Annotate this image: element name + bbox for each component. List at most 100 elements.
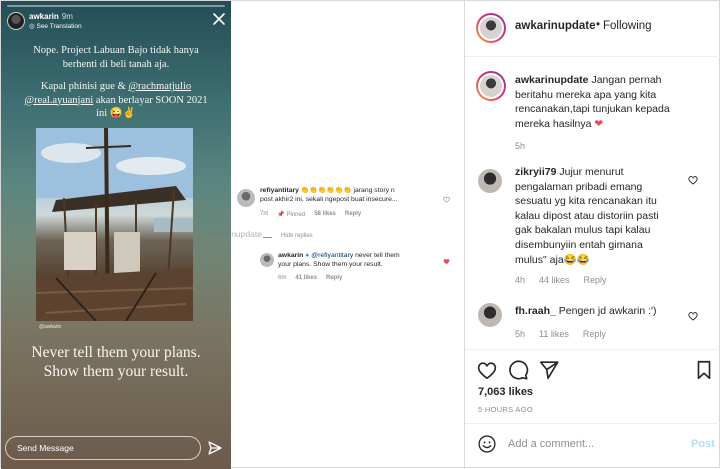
story-text-part: Kapal phinisi gue & (40, 81, 129, 92)
post-button[interactable]: Post (691, 438, 715, 450)
overlay-reply: awkarin ● @refiyantitary never tell them… (278, 252, 443, 269)
verified-icon: ● (305, 252, 310, 259)
comment-fh-raah: fh.raah_ Pengen jd awkarin :') (515, 304, 680, 319)
following-button[interactable]: Following (603, 20, 652, 32)
comment-line: disembunyiin entah gimana (515, 238, 643, 251)
overlay-comment-time: 7m (260, 211, 269, 217)
caption-line: beritahu mereka apa yang kita (515, 88, 657, 101)
header-avatar[interactable] (476, 13, 506, 43)
overlay-reply-line: awkarin ● @refiyantitary never tell them (278, 252, 443, 261)
overlay-reply-button[interactable]: Reply (326, 275, 342, 281)
heart-icon[interactable] (688, 311, 698, 321)
see-translation-link[interactable]: ◎ See Translation (29, 22, 82, 30)
replies-line (263, 237, 272, 238)
hide-replies-row[interactable]: Hide replies (263, 233, 313, 239)
comment-text: Jujur menurut (559, 166, 624, 178)
caption-line: awkarinupdate Jangan pernah (515, 73, 715, 88)
overlay-comment-line: refiyantitary 👏👏👏👏👏👏 jarang story n (260, 187, 450, 196)
overlay-comment-meta: 7m 📌 Pinned 58 likes Reply (260, 211, 361, 218)
header-username[interactable]: awkarinupdate (515, 20, 596, 32)
story-text-line: @real.ayuanjani akan berlayar SOON 2021 (11, 94, 221, 108)
overlay-reply-line: your plans. Show them your result. (278, 260, 383, 268)
post-time-ago[interactable]: 5 HOURS AGO (478, 405, 533, 414)
comment-icon[interactable] (507, 359, 529, 381)
story-progress-bar (7, 5, 225, 7)
comment-line: zikryii79 Jujur menurut (515, 165, 680, 180)
add-comment-input[interactable]: Add a comment... (508, 438, 594, 450)
header-dot: • (596, 19, 601, 31)
caption-text: mereka hasilnya (515, 117, 592, 130)
smiley-icon[interactable] (477, 434, 497, 454)
overlay-comment-username[interactable]: refiyantitary (260, 187, 299, 194)
overlay-reply-username[interactable]: awkarin (278, 252, 303, 259)
overlay-reply-text: never tell them (355, 252, 400, 259)
comment-line: sesuatu yg kita rencanakan itu (515, 195, 657, 208)
story-mention-rachmatjulio[interactable]: @rachmatjulio (128, 81, 191, 92)
story-panel: awkarin 9m ◎ See Translation Nope. Projec… (1, 1, 231, 469)
likes-count[interactable]: 7,063 likes (478, 386, 533, 398)
overlay-comment-line: post akhir2 ini, sekali ngepost buat ins… (260, 195, 398, 203)
overlay-reply-likes[interactable]: 41 likes (295, 275, 317, 281)
avatar-image (480, 75, 502, 97)
paper-plane-icon[interactable] (207, 440, 223, 456)
overlay-reply-mention[interactable]: @refiyantitary (311, 252, 353, 259)
story-mention-ayuanjani[interactable]: @real.ayuanjani (24, 95, 93, 106)
quote-line: Never tell them your plans. (31, 344, 201, 361)
story-text-part: akan berlayar SOON 2021 (93, 94, 208, 106)
overlay-comment-likes[interactable]: 58 likes (314, 211, 336, 218)
overlay-comment: refiyantitary 👏👏👏👏👏👏 jarang story n post… (260, 187, 450, 204)
comment-time[interactable]: 4h (515, 275, 525, 285)
comment-username[interactable]: fh.raah_ (515, 305, 556, 317)
comment-likes[interactable]: 44 likes (539, 275, 570, 285)
story-avatar[interactable] (7, 12, 25, 30)
send-message-input[interactable]: Send Message (5, 436, 201, 460)
header-divider (465, 56, 720, 57)
avatar-border (478, 73, 504, 99)
pinned-label: 📌 Pinned (277, 211, 305, 218)
story-quote: Never tell them your plans. Show them yo… (5, 343, 227, 381)
boat-illustration (36, 128, 193, 321)
fh-raah-avatar[interactable] (478, 303, 502, 327)
photo-caption: @awkarin (39, 324, 62, 330)
hide-replies-label: Hide replies (281, 233, 313, 239)
comment-text: Pengen jd awkarin :') (558, 305, 657, 317)
overlay-comment-reply[interactable]: Reply (345, 211, 361, 218)
heart-icon[interactable] (476, 359, 498, 381)
heart-icon[interactable] (443, 258, 450, 265)
close-icon[interactable] (211, 11, 227, 27)
comment-line: mulus" aja😂😂 (515, 253, 590, 266)
heart-icon[interactable] (443, 196, 450, 203)
story-username[interactable]: awkarin 9m (29, 12, 73, 21)
overlay-reply-meta: 6m 41 likes Reply (278, 275, 342, 281)
story-username-text: awkarin (29, 12, 59, 21)
comment-meta: 4h 44 likes Reply (515, 275, 607, 285)
bookmark-icon[interactable] (693, 359, 715, 381)
caption-username[interactable]: awkarinupdate (515, 74, 589, 86)
awkarin-reply-avatar[interactable] (260, 253, 274, 267)
avatar-border (478, 15, 504, 41)
caption-text: Jangan pernah (591, 74, 662, 86)
pinned-text: Pinned (286, 212, 306, 218)
comment-line: kalau dipost atau distoriin pasti (515, 209, 659, 222)
zikryii79-avatar[interactable] (478, 169, 502, 193)
comment-username[interactable]: zikryii79 (515, 166, 556, 178)
comment-time[interactable]: 5h (515, 329, 525, 339)
comment-reply[interactable]: Reply (584, 275, 607, 285)
paper-plane-icon[interactable] (538, 359, 560, 381)
story-text-line: ini 😜✌ (96, 108, 136, 119)
caption-time[interactable]: 5h (515, 141, 525, 151)
story-text-line: Nope. Project Labuan Bajo tidak hanya (33, 45, 199, 56)
refiyantitary-avatar[interactable] (237, 189, 255, 207)
comment-zikryii79: zikryii79 Jujur menurut pengalaman priba… (515, 165, 680, 267)
overlay-comment-text: jarang story n (353, 187, 395, 194)
story-text-line: berhenti di beli tanah aja. (62, 58, 170, 70)
comment-likes[interactable]: 11 likes (539, 329, 569, 339)
comment-reply[interactable]: Reply (583, 329, 606, 339)
comment-box-divider (465, 423, 720, 424)
quote-line: Show them your result. (43, 363, 189, 380)
pin-icon: 📌 (277, 212, 285, 218)
caption-avatar[interactable] (476, 71, 506, 101)
story-caption-2: Kapal phinisi gue & @rachmatjulio @real.… (11, 80, 221, 121)
heart-icon[interactable] (688, 175, 698, 185)
comment-line: pengalaman pribadi emang (515, 180, 643, 193)
